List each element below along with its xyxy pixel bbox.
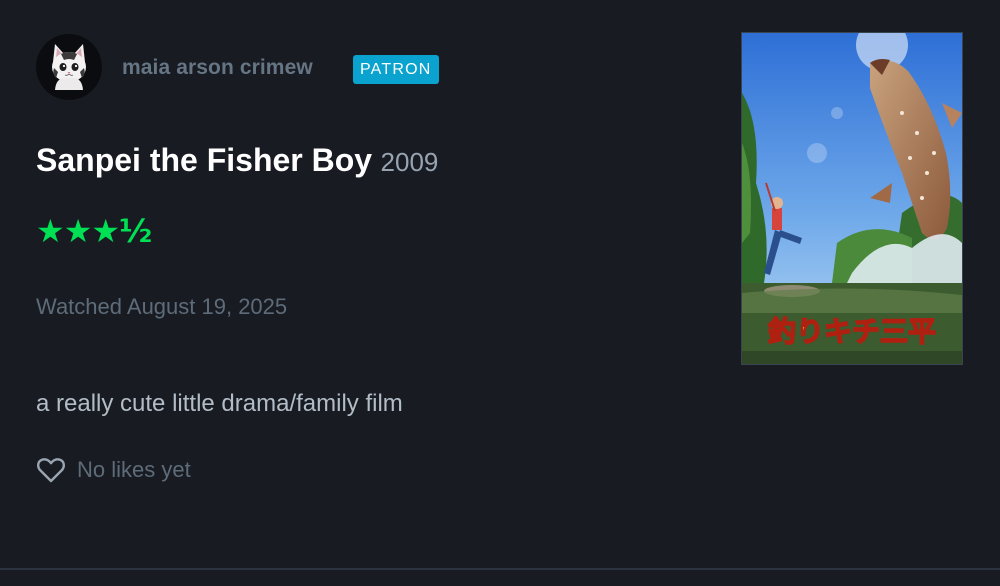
film-heading: Sanpei the Fisher Boy 2009 [36,142,438,179]
film-title-link[interactable]: Sanpei the Fisher Boy [36,142,372,178]
patron-badge: PATRON [353,55,439,84]
cat-avatar-icon [36,34,102,100]
poster-title: 釣りキチ三平 [768,315,936,348]
divider [0,568,1000,570]
user-avatar[interactable] [36,34,102,100]
heart-icon[interactable] [36,456,66,484]
like-control[interactable]: No likes yet [36,456,191,484]
film-poster[interactable]: 釣りキチ三平 [741,32,963,365]
star-rating: ★★★½ [36,212,152,250]
film-poster-image: 釣りキチ三平 [742,33,962,364]
review-card: maia arson crimew PATRON Sanpei the Fish… [0,0,1000,586]
likes-count-label: No likes yet [77,457,191,482]
username[interactable]: maia arson crimew [122,56,313,80]
film-year-link[interactable]: 2009 [381,147,439,177]
watched-date: Watched August 19, 2025 [36,294,288,319]
review-text: a really cute little drama/family film [36,390,403,417]
